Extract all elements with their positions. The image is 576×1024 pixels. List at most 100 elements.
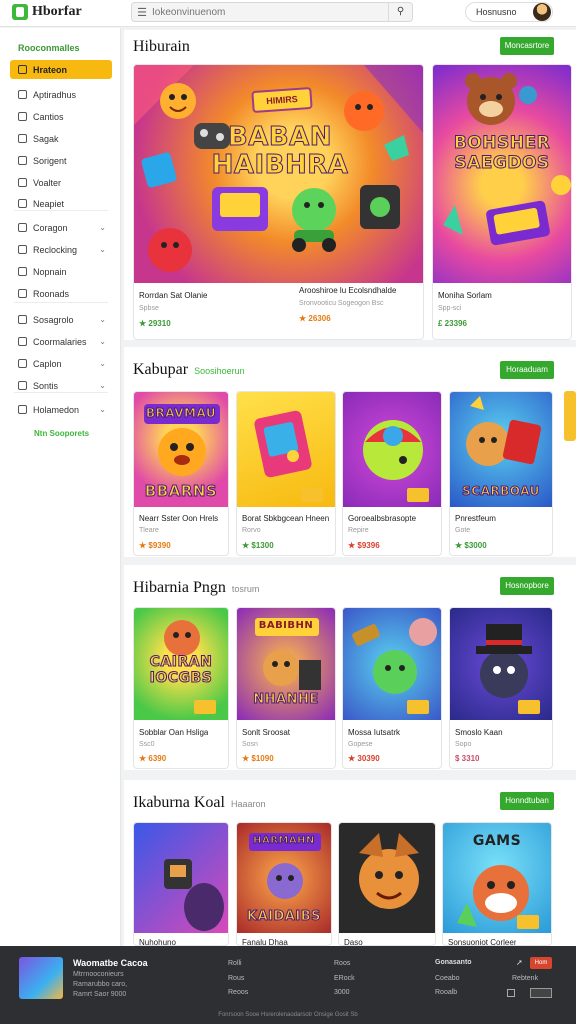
sidebar-more-link[interactable]: Ntn Sooporets	[34, 429, 89, 438]
footer-link[interactable]: Roos	[334, 960, 350, 967]
game-card[interactable]: Nuhohuno	[133, 822, 229, 946]
footer-link[interactable]: 3000	[334, 989, 350, 996]
thumbnail-title: CAIRAN IOCGBS	[149, 654, 213, 687]
avatar[interactable]	[533, 3, 551, 21]
card-title: Sonlt Sroosat	[242, 728, 291, 737]
sidebar-item-icon	[18, 405, 27, 414]
sidebar-item-icon	[18, 199, 27, 208]
chevron-down-icon[interactable]: ⌄	[99, 337, 106, 346]
chevron-down-icon[interactable]: ⌄	[99, 223, 106, 232]
card-meta: Gopese	[348, 741, 373, 748]
game-thumbnail: GAMS	[443, 823, 551, 933]
sidebar-item[interactable]: Coragon ⌄	[10, 218, 112, 237]
logo[interactable]: Hborfar	[12, 4, 82, 20]
game-thumbnail: BOHSHER SAEGDOS	[433, 65, 571, 283]
game-card[interactable]: BOHSHER SAEGDOS Moniha Sorlam Spp-sci £ …	[432, 64, 572, 340]
sidebar-item[interactable]: Aptiradhus	[10, 85, 112, 104]
view-all-button[interactable]: Moncasrtore	[500, 37, 554, 55]
game-card-caption[interactable]: Arooshiroe lu Ecolsndhalde Sronvooticu S…	[299, 284, 419, 324]
game-card[interactable]: GAMS Sonsuoniot Corleer	[442, 822, 552, 946]
chevron-down-icon[interactable]: ⌄	[99, 245, 106, 254]
card-title: Borat Sbkbgcean Hneen	[242, 514, 330, 523]
game-card[interactable]: Smoslo Kaan Sopo $ 3310	[449, 607, 553, 769]
sidebar-item-label: Sagak	[33, 133, 59, 144]
section-subtitle: Soosihoerun	[194, 366, 245, 376]
user-menu[interactable]: Hosnusno	[465, 2, 553, 22]
footer-link[interactable]: Rolli	[228, 960, 242, 967]
view-all-button[interactable]: Horaaduam	[500, 361, 554, 379]
footer-line: Ramrt Saor 9000	[73, 991, 127, 998]
sidebar-item-label: Sontis	[33, 380, 59, 391]
sidebar-item[interactable]: Reclocking ⌄	[10, 240, 112, 259]
sidebar-divider	[14, 210, 108, 211]
sidebar-item-icon	[18, 381, 27, 390]
chevron-down-icon[interactable]: ⌄	[99, 359, 106, 368]
sidebar-item-label: Coormalaries	[33, 336, 87, 347]
sidebar-item-label: Sorigent	[33, 155, 67, 166]
sidebar-item-label: Reclocking	[33, 244, 78, 255]
card-title: Pnrestfeum	[455, 514, 496, 523]
card-meta: Sopo	[455, 741, 472, 748]
game-thumbnail: BRAVMAU BBARNS	[134, 392, 228, 507]
sidebar-item[interactable]: Roonads	[10, 284, 112, 303]
game-card[interactable]: Daso	[338, 822, 436, 946]
card-price: ★ $9390	[139, 541, 171, 550]
carousel-next-peek[interactable]	[564, 391, 576, 441]
chevron-down-icon[interactable]: ⌄	[99, 405, 106, 414]
game-card[interactable]: HARMAHN KAIDAIBS Fanalu Dhaa	[236, 822, 332, 946]
logo-mark-icon	[12, 4, 28, 20]
sidebar-item-icon	[18, 90, 27, 99]
thumbnail-title: BOHSHER SAEGDOS	[453, 133, 551, 174]
footer: Waomatbe Cacoa Mtrrnooconieurs Ramarubbo…	[0, 946, 576, 1024]
thumbnail-sign: BRAVMAU	[145, 406, 217, 421]
game-card[interactable]: CAIRAN IOCGBS Sobblar Oan Hsliga Ssc0 ★ …	[133, 607, 229, 769]
sidebar-item[interactable]: Caplon ⌄	[10, 354, 112, 373]
sidebar-item[interactable]: Sagak	[10, 129, 112, 148]
sidebar-item[interactable]: Holamedon ⌄	[10, 400, 112, 419]
sidebar-item[interactable]: Coormalaries ⌄	[10, 332, 112, 351]
sidebar-item-label: Coragon	[33, 222, 68, 233]
game-card[interactable]: Goroealbsbrasopte Repire ★ $9396	[342, 391, 442, 556]
thumbnail-sign: HARMAHN	[253, 835, 315, 847]
sidebar-item[interactable]: Sorigent	[10, 151, 112, 170]
footer-link[interactable]: Rooalb	[435, 989, 457, 996]
chevron-down-icon[interactable]: ⌄	[99, 381, 106, 390]
thumbnail-art	[164, 859, 224, 931]
sidebar-item[interactable]: Voalter	[10, 173, 112, 192]
footer-checkbox[interactable]	[507, 989, 515, 997]
sidebar-item-icon	[18, 112, 27, 121]
footer-select[interactable]	[530, 988, 552, 998]
thumbnail-badge	[194, 700, 216, 714]
search-input[interactable]	[152, 6, 388, 18]
footer-link[interactable]: Reoos	[228, 989, 248, 996]
game-card[interactable]: BABIBHN NHANHE Sonlt Sroosat Sosn ★ $109…	[236, 607, 336, 769]
game-card[interactable]: BRAVMAU BBARNS Nearr Sster Oon Hrels Tle…	[133, 391, 229, 556]
game-card[interactable]: Borat Sbkbgcean Hneen Rorvo ★ $1300	[236, 391, 336, 556]
footer-link[interactable]: Rous	[228, 975, 244, 982]
view-all-button[interactable]: Hosnopbore	[500, 577, 554, 595]
sidebar-item[interactable]: Cantios	[10, 107, 112, 126]
game-card[interactable]: SCARBOAU Pnrestfeum Gote ★ $3000	[449, 391, 553, 556]
share-icon[interactable]: ➚	[516, 958, 523, 967]
footer-link[interactable]: Coeabo	[435, 975, 460, 982]
chevron-down-icon[interactable]: ⌄	[99, 315, 106, 324]
sidebar-item-icon	[18, 359, 27, 368]
search-icon[interactable]: ⚲	[388, 3, 412, 21]
menu-icon[interactable]: ☰	[132, 6, 152, 19]
card-price: ★ 30390	[348, 754, 380, 763]
footer-badge[interactable]: Hom	[530, 957, 552, 969]
footer-link[interactable]: ERock	[334, 975, 355, 982]
view-all-button[interactable]: Honndtuban	[500, 792, 554, 810]
card-meta: Spp-sci	[438, 305, 462, 312]
sidebar-item[interactable]: Hrateon	[10, 60, 112, 79]
game-thumbnail	[450, 608, 552, 720]
username: Hosnusno	[476, 7, 517, 17]
game-thumbnail: SCARBOAU	[450, 392, 552, 507]
footer-link[interactable]: Rebtenk	[512, 975, 538, 982]
game-card[interactable]: Mossa Iutsatrk Gopese ★ 30390	[342, 607, 442, 769]
card-meta: Ssc0	[139, 741, 155, 748]
card-title: Mossa Iutsatrk	[348, 728, 401, 737]
sidebar-item[interactable]: Sosagrolo ⌄	[10, 310, 112, 329]
sidebar-item[interactable]: Nopnain	[10, 262, 112, 281]
footer-thumbnail	[19, 957, 63, 999]
